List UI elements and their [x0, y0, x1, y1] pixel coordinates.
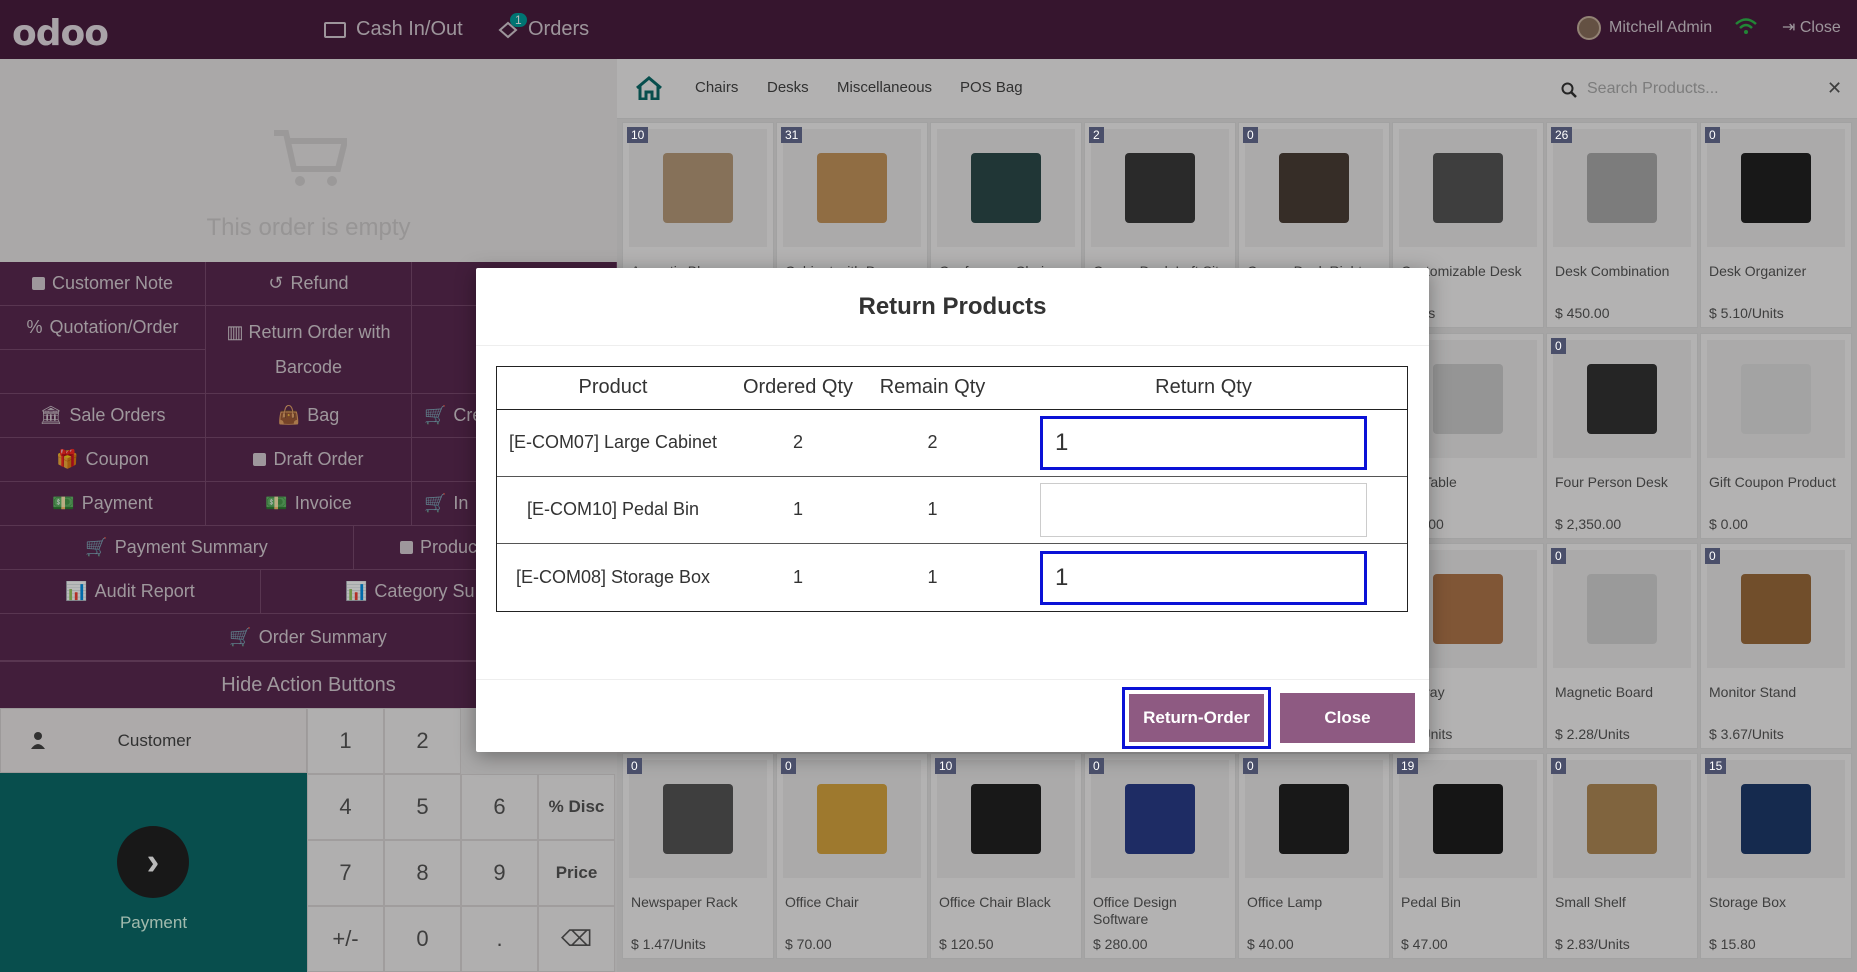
return-order-button-focus: Return-Order — [1122, 687, 1271, 749]
header-product: Product — [496, 366, 730, 410]
row-product: [E-COM07] Large Cabinet — [496, 408, 730, 476]
stock-badge: 0 — [627, 758, 642, 774]
header-return-qty: Return Qty — [999, 366, 1408, 410]
return-products-dialog: Return Products Product Ordered Qty Rema… — [476, 268, 1429, 752]
table-row: [E-COM07] Large Cabinet 2 2 — [496, 408, 1408, 476]
return-order-button[interactable]: Return-Order — [1129, 694, 1264, 742]
stock-badge: 15 — [1705, 758, 1727, 774]
return-products-table: Product Ordered Qty Remain Qty Return Qt… — [496, 366, 1408, 612]
row-ordered-qty: 1 — [730, 542, 866, 612]
stock-badge: 10 — [627, 127, 649, 143]
stock-badge: 2 — [1089, 127, 1104, 143]
row-remain-qty: 1 — [866, 475, 999, 543]
header-remain-qty: Remain Qty — [866, 366, 999, 410]
return-qty-input[interactable] — [1040, 415, 1367, 470]
table-row: [E-COM10] Pedal Bin 1 1 — [496, 475, 1408, 543]
stock-badge: 0 — [1705, 127, 1720, 143]
stock-badge: 0 — [1243, 127, 1258, 143]
stock-badge: 0 — [1705, 548, 1720, 564]
return-qty-input[interactable] — [1040, 482, 1367, 537]
header-ordered-qty: Ordered Qty — [730, 366, 866, 410]
row-ordered-qty: 2 — [730, 408, 866, 476]
stock-badge: 31 — [781, 127, 803, 143]
dialog-title: Return Products — [476, 268, 1429, 346]
row-return-cell — [999, 408, 1408, 476]
stock-badge: 0 — [1243, 758, 1258, 774]
stock-badge: 10 — [935, 758, 957, 774]
row-remain-qty: 1 — [866, 542, 999, 612]
row-return-cell — [999, 542, 1408, 612]
row-product: [E-COM08] Storage Box — [496, 542, 730, 612]
row-product: [E-COM10] Pedal Bin — [496, 475, 730, 543]
row-ordered-qty: 1 — [730, 475, 866, 543]
table-row: [E-COM08] Storage Box 1 1 — [496, 542, 1408, 612]
row-remain-qty: 2 — [866, 408, 999, 476]
stock-badge: 0 — [1551, 758, 1566, 774]
stock-badge: 0 — [781, 758, 796, 774]
stock-badge: 0 — [1089, 758, 1104, 774]
close-dialog-button[interactable]: Close — [1280, 693, 1415, 743]
stock-badge: 0 — [1551, 548, 1566, 564]
stock-badge: 19 — [1397, 758, 1419, 774]
return-qty-input[interactable] — [1040, 550, 1367, 605]
stock-badge: 26 — [1551, 127, 1573, 143]
stock-badge: 0 — [1551, 338, 1566, 354]
row-return-cell — [999, 475, 1408, 543]
